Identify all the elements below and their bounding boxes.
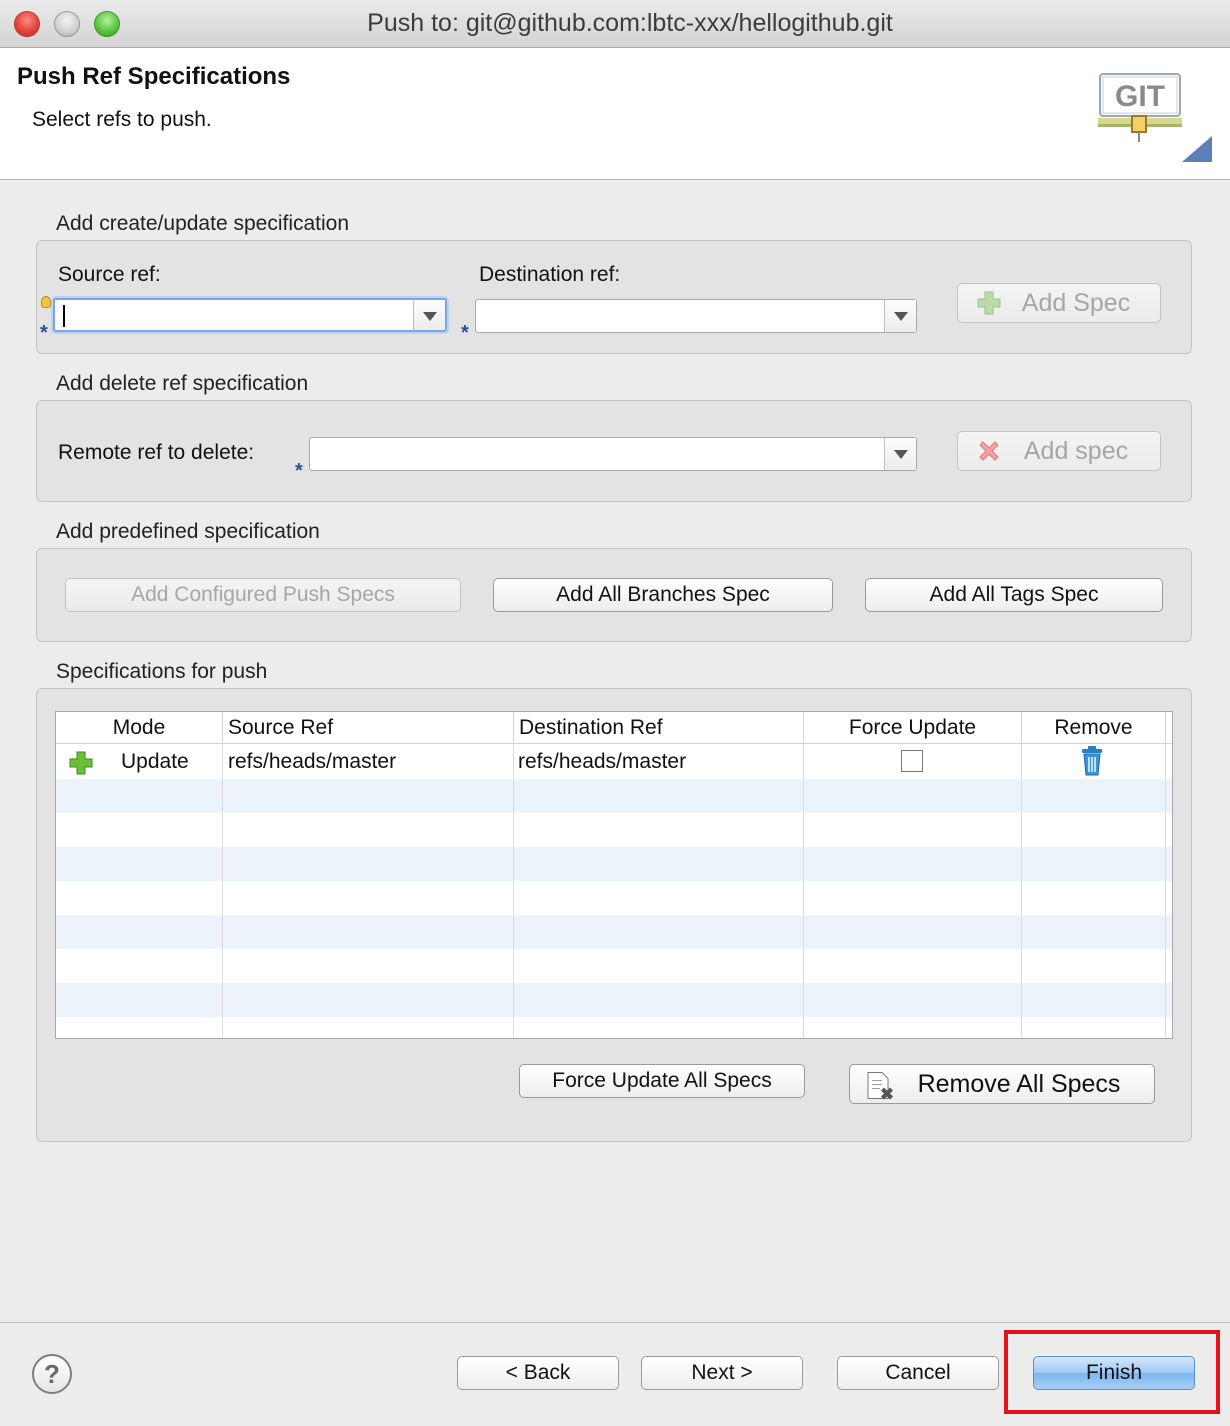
column-header-mode[interactable]: Mode: [56, 712, 223, 744]
column-divider: [222, 744, 223, 1038]
remove-all-specs-button[interactable]: Remove All Specs: [849, 1064, 1155, 1104]
trash-icon[interactable]: [1079, 746, 1105, 776]
column-header-source-ref[interactable]: Source Ref: [223, 712, 514, 744]
help-button[interactable]: ?: [32, 1354, 72, 1394]
remote-ref-combo[interactable]: [309, 437, 917, 471]
git-logo-text: GIT: [1115, 80, 1165, 113]
table-row-empty: [56, 779, 1172, 813]
table-row-empty: [56, 847, 1172, 881]
wizard-header: Push Ref Specifications Select refs to p…: [0, 48, 1230, 180]
footer-divider: [0, 1322, 1230, 1323]
table-row-empty: [56, 881, 1172, 915]
add-spec-button[interactable]: Add Spec: [957, 283, 1161, 323]
column-header-destination-ref[interactable]: Destination Ref: [514, 712, 804, 744]
window-title: Push to: git@github.com:lbtc-xxx/hellogi…: [367, 9, 893, 37]
remote-required-marker: *: [295, 460, 303, 482]
column-header-force-update[interactable]: Force Update: [804, 712, 1022, 744]
column-header-remove[interactable]: Remove: [1022, 712, 1166, 744]
force-update-checkbox[interactable]: [901, 750, 923, 772]
remove-all-specs-label: Remove All Specs: [917, 1070, 1121, 1098]
column-divider: [513, 744, 514, 1038]
specs-group-label: Specifications for push: [56, 660, 268, 683]
add-configured-push-specs-button[interactable]: Add Configured Push Specs: [65, 578, 461, 612]
source-ref-combo[interactable]: [53, 298, 447, 332]
row-destination-ref[interactable]: refs/heads/master: [518, 745, 686, 779]
column-divider: [1165, 744, 1166, 1038]
add-spec-label: Add Spec: [1021, 289, 1131, 317]
table-row-empty: [56, 915, 1172, 949]
plus-icon: [69, 751, 93, 775]
cancel-button[interactable]: Cancel: [837, 1356, 999, 1390]
table-row-empty: [56, 813, 1172, 847]
destination-required-marker: *: [461, 322, 469, 344]
remove-all-icon: [867, 1072, 893, 1100]
remote-ref-dropdown-arrow-icon[interactable]: [884, 438, 916, 470]
back-button[interactable]: < Back: [457, 1356, 619, 1390]
specs-table[interactable]: Mode Source Ref Destination Ref Force Up…: [55, 711, 1173, 1039]
predefined-group-label: Add predefined specification: [56, 520, 320, 543]
add-all-tags-spec-button[interactable]: Add All Tags Spec: [865, 578, 1163, 612]
add-all-branches-spec-button[interactable]: Add All Branches Spec: [493, 578, 833, 612]
destination-ref-label: Destination ref:: [479, 263, 621, 286]
table-row-empty: [56, 1017, 1172, 1038]
add-delete-spec-label: Add spec: [1023, 437, 1129, 465]
table-header: Mode Source Ref Destination Ref Force Up…: [56, 712, 1172, 744]
source-ref-input[interactable]: [61, 302, 407, 330]
delete-ref-group-label: Add delete ref specification: [56, 372, 309, 395]
destination-ref-dropdown-arrow-icon[interactable]: [884, 300, 916, 332]
remote-ref-label: Remote ref to delete:: [58, 441, 255, 464]
source-required-marker: *: [40, 322, 48, 344]
finish-highlight-box: [1004, 1330, 1220, 1414]
next-button[interactable]: Next >: [641, 1356, 803, 1390]
red-x-icon: [979, 441, 999, 461]
row-mode[interactable]: Update: [121, 745, 189, 779]
add-delete-spec-button[interactable]: Add spec: [957, 431, 1161, 471]
table-row-empty: [56, 949, 1172, 983]
content-assist-bulb-icon: [41, 296, 51, 308]
column-divider: [803, 744, 804, 1038]
create-update-group-label: Add create/update specification: [56, 212, 350, 235]
git-logo-icon: GIT: [1098, 73, 1182, 142]
page-title: Push Ref Specifications: [17, 63, 291, 90]
column-divider: [1021, 744, 1022, 1038]
plus-icon: [977, 291, 1001, 315]
window-titlebar: Push to: git@github.com:lbtc-xxx/hellogi…: [0, 0, 1230, 48]
source-ref-label: Source ref:: [58, 263, 161, 286]
table-row-empty: [56, 983, 1172, 1017]
destination-ref-input[interactable]: [482, 302, 878, 330]
page-subtitle: Select refs to push.: [32, 108, 212, 131]
header-corner-decoration: [1182, 136, 1212, 162]
row-source-ref[interactable]: refs/heads/master: [228, 745, 396, 779]
remote-ref-input[interactable]: [316, 440, 878, 468]
destination-ref-combo[interactable]: [475, 299, 917, 333]
force-update-all-specs-button[interactable]: Force Update All Specs: [519, 1064, 805, 1098]
source-ref-dropdown-arrow-icon[interactable]: [413, 300, 445, 330]
